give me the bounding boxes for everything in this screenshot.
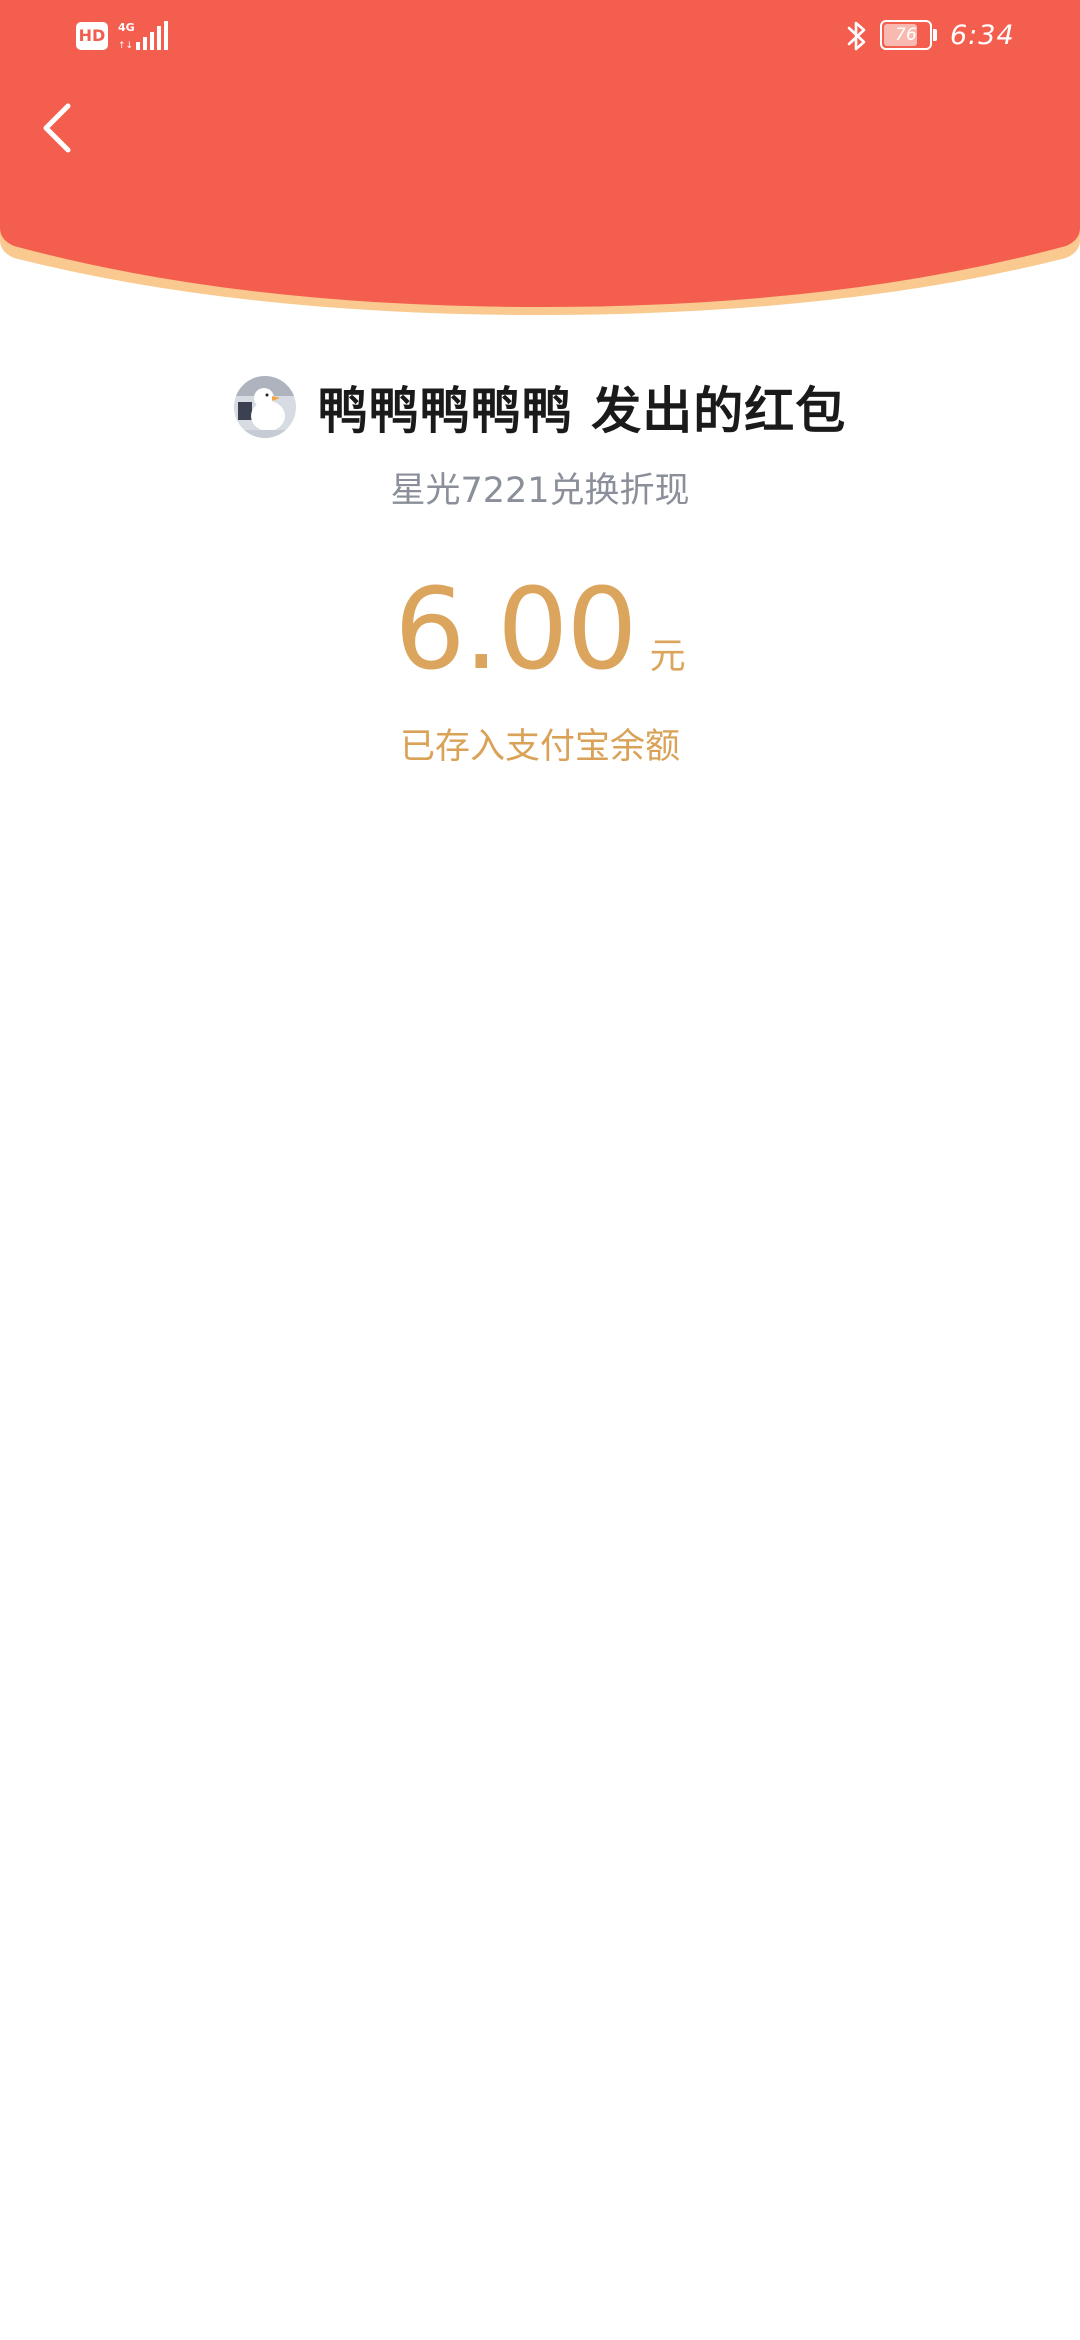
battery-icon: 76 <box>880 20 938 52</box>
packet-subtitle: 星光7221兑换折现 <box>390 471 690 511</box>
status-time: 6:34 <box>950 20 1015 51</box>
hd-voice-badge: HD <box>76 22 108 50</box>
bluetooth-icon <box>847 21 866 51</box>
red-packet-detail-page: HD 4G ↑↓ 76 6:34 鸭鸭鸭鸭鸭 发出的红包 星光7221兑换折现 … <box>0 0 1080 2340</box>
amount-value: 6.00 <box>394 565 637 695</box>
deposit-note-link[interactable]: 已存入支付宝余额 <box>0 718 1080 769</box>
chevron-left-icon <box>43 103 71 153</box>
svg-text:↑↓: ↑↓ <box>118 41 133 51</box>
sender-avatar[interactable] <box>233 376 296 438</box>
battery-level-text: 76 <box>895 25 917 45</box>
duck-avatar-image <box>233 376 296 438</box>
status-bar: HD 4G ↑↓ 76 6:34 <box>0 0 1080 72</box>
cellular-signal-icon: 4G ↑↓ <box>118 21 168 51</box>
svg-text:4G: 4G <box>118 21 135 34</box>
back-button[interactable] <box>22 88 94 168</box>
currency-unit: 元 <box>649 636 686 677</box>
sender-row: 鸭鸭鸭鸭鸭 发出的红包 <box>0 372 1080 442</box>
sender-title: 鸭鸭鸭鸭鸭 发出的红包 <box>317 382 847 440</box>
amount-row: 6.00 元 <box>0 565 1080 695</box>
